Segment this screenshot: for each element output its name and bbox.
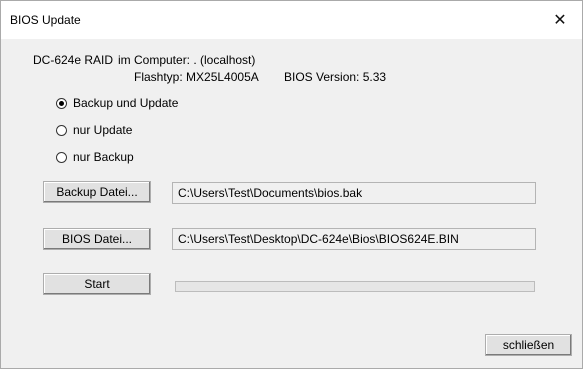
title-bar: BIOS Update ✕ [1,1,582,39]
backup-path-field[interactable]: C:\Users\Test\Documents\bios.bak [172,182,536,204]
radio-label: Backup und Update [73,96,179,110]
radio-backup-and-update[interactable]: Backup und Update [56,96,178,110]
device-name: DC-624e RAID [33,53,114,67]
close-button[interactable]: schließen [485,334,572,356]
window-title: BIOS Update [10,13,81,27]
radio-update-only[interactable]: nur Update [56,123,132,137]
update-progress-bar [175,281,535,292]
computer-label: im Computer: . (localhost) [118,53,256,67]
backup-file-button[interactable]: Backup Datei... [43,181,151,203]
flash-type: Flashtyp: MX25L4005A [134,70,259,84]
radio-indicator [56,97,67,109]
bios-update-window: BIOS Update ✕ DC-624e RAID im Computer: … [0,0,583,369]
close-icon[interactable]: ✕ [538,1,582,39]
bios-path-field[interactable]: C:\Users\Test\Desktop\DC-624e\Bios\BIOS6… [172,228,536,250]
radio-backup-only[interactable]: nur Backup [56,150,134,164]
radio-label: nur Backup [73,150,134,164]
radio-label: nur Update [73,123,133,137]
bios-file-button[interactable]: BIOS Datei... [43,228,151,250]
radio-indicator [56,151,67,163]
start-button[interactable]: Start [43,273,151,295]
radio-indicator [56,124,67,136]
bios-version: BIOS Version: 5.33 [284,70,387,84]
